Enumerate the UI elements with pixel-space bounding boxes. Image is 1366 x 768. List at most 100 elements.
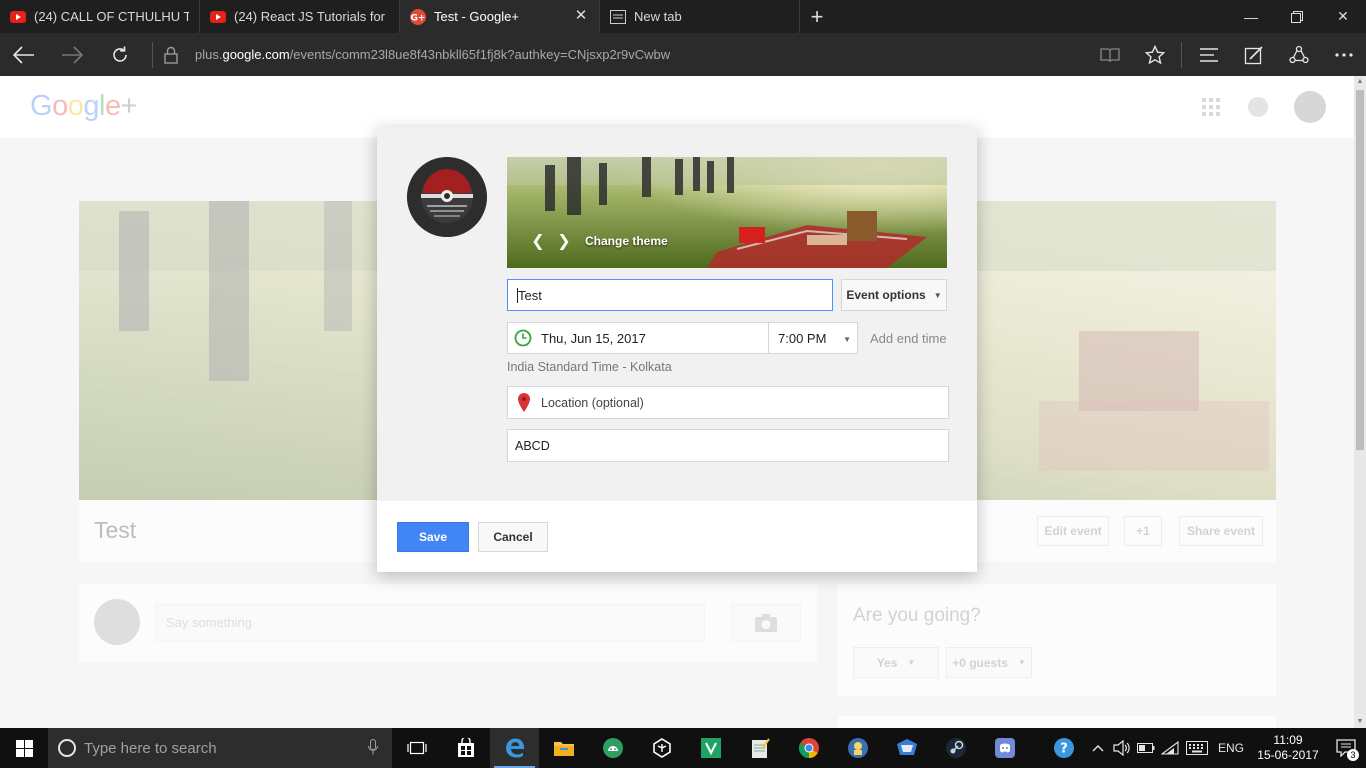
edit-event-dialog: ❮ ❯ Change theme Test Event options ▼ Thu… — [377, 127, 977, 572]
window-controls: — ✕ — [1228, 0, 1366, 33]
event-time-dropdown[interactable]: 7:00 PM ▼ — [768, 322, 858, 354]
event-options-dropdown[interactable]: Event options ▼ — [841, 279, 947, 311]
new-tab-plus-icon[interactable]: + — [800, 0, 834, 33]
reading-view-icon[interactable] — [1087, 33, 1132, 76]
clock-time: 11:09 — [1273, 733, 1303, 747]
description-input[interactable]: ABCD — [507, 429, 949, 462]
forward-icon[interactable] — [48, 33, 96, 76]
theme-prev-icon[interactable]: ❮ — [525, 228, 551, 254]
location-placeholder: Location (optional) — [541, 395, 644, 410]
notification-count-badge: 3 — [1347, 749, 1359, 761]
tab-google-plus[interactable]: G+ Test - Google+ ✕ — [400, 0, 600, 33]
unity-icon[interactable] — [637, 728, 686, 768]
event-title-value: Test — [518, 287, 542, 303]
cancel-button[interactable]: Cancel — [478, 522, 548, 552]
scroll-up-icon[interactable]: ▲ — [1354, 76, 1366, 88]
tools-separator — [1181, 41, 1182, 68]
taskbar-clock[interactable]: 11:09 15-06-2017 — [1250, 733, 1326, 763]
google-plus-icon: G+ — [410, 8, 426, 25]
url-domain: google.com — [222, 47, 290, 62]
timezone-label[interactable]: India Standard Time - Kolkata — [507, 360, 672, 374]
tab-react-tutorials[interactable]: (24) React JS Tutorials for Be — [200, 0, 400, 33]
event-theme-image: ❮ ❯ Change theme — [507, 157, 947, 268]
keyboard-icon[interactable] — [1182, 728, 1212, 768]
event-date-value: Thu, Jun 15, 2017 — [541, 330, 646, 346]
theme-next-icon[interactable]: ❯ — [551, 228, 577, 254]
file-explorer-icon[interactable] — [539, 728, 588, 768]
location-pin-icon — [518, 392, 530, 412]
theme-navigation: ❮ ❯ Change theme — [525, 228, 668, 254]
chevron-down-icon: ▼ — [933, 290, 942, 300]
restore-icon[interactable] — [1274, 0, 1320, 33]
chevron-down-icon: ▼ — [843, 335, 851, 344]
volume-icon[interactable] — [1110, 728, 1134, 768]
chrome-icon[interactable] — [784, 728, 833, 768]
url-field[interactable]: plus.google.com/events/comm23l8ue8f43nbk… — [195, 47, 1087, 62]
close-tab-icon[interactable]: ✕ — [573, 8, 589, 24]
svg-text:?: ? — [1060, 742, 1068, 757]
android-studio-icon[interactable] — [588, 728, 637, 768]
event-date-field[interactable]: Thu, Jun 15, 2017 — [507, 322, 769, 354]
tab-label: (24) React JS Tutorials for Be — [234, 9, 389, 24]
save-button[interactable]: Save — [397, 522, 469, 552]
task-view-icon[interactable] — [392, 728, 441, 768]
wifi-icon[interactable] — [1158, 728, 1182, 768]
notepad-icon[interactable] — [735, 728, 784, 768]
tab-new-tab[interactable]: New tab — [600, 0, 800, 33]
community-avatar — [407, 157, 487, 237]
address-separator — [152, 41, 153, 68]
battery-icon[interactable] — [1134, 728, 1158, 768]
chevron-up-icon[interactable] — [1086, 728, 1110, 768]
store-icon[interactable] — [441, 728, 490, 768]
discord-icon[interactable] — [980, 728, 1029, 768]
steam-icon[interactable] — [931, 728, 980, 768]
location-input[interactable]: Location (optional) — [507, 386, 949, 419]
change-theme-link[interactable]: Change theme — [585, 234, 668, 248]
taskbar-search-placeholder: Type here to search — [84, 739, 217, 757]
vector-app-icon[interactable] — [686, 728, 735, 768]
language-indicator[interactable]: ENG — [1212, 741, 1250, 755]
action-center-icon[interactable]: 3 — [1326, 728, 1366, 768]
back-icon[interactable] — [0, 33, 48, 76]
edge-browser-icon[interactable] — [490, 728, 539, 768]
windows-taskbar: Type here to search ? ENG 11:09 15-06-20… — [0, 728, 1366, 768]
refresh-icon[interactable] — [96, 33, 144, 76]
youtube-icon — [210, 9, 226, 25]
clock-date: 15-06-2017 — [1257, 748, 1319, 762]
help-icon[interactable]: ? — [1042, 728, 1086, 768]
page-scrollbar[interactable]: ▲ ▼ — [1354, 76, 1366, 728]
new-tab-icon — [610, 9, 626, 25]
event-title-input[interactable]: Test — [507, 279, 833, 311]
youtube-icon — [10, 9, 26, 25]
rocket-league-icon[interactable] — [882, 728, 931, 768]
taskbar-search-box[interactable]: Type here to search — [48, 728, 392, 768]
web-note-icon[interactable] — [1231, 33, 1276, 76]
add-end-time-link[interactable]: Add end time — [870, 331, 947, 346]
tab-bar: (24) CALL OF CTHULHU Trai (24) React JS … — [0, 0, 1366, 33]
address-bar: plus.google.com/events/comm23l8ue8f43nbk… — [0, 33, 1366, 76]
windows-start-icon[interactable] — [0, 728, 48, 768]
scroll-down-icon[interactable]: ▼ — [1354, 716, 1366, 728]
event-time-value: 7:00 PM — [778, 330, 827, 346]
tab-label: New tab — [634, 9, 682, 24]
browser-tools — [1087, 33, 1366, 76]
close-window-icon[interactable]: ✕ — [1320, 0, 1366, 33]
fallout-icon[interactable] — [833, 728, 882, 768]
dialog-actions: Save Cancel — [377, 501, 977, 572]
clock-icon — [514, 329, 532, 347]
url-path: /events/comm23l8ue8f43nbkll65f1fj8k?auth… — [289, 47, 671, 62]
system-tray: ? ENG 11:09 15-06-2017 3 — [1042, 728, 1366, 768]
description-value: ABCD — [515, 438, 550, 453]
more-icon[interactable] — [1321, 33, 1366, 76]
favorite-star-icon[interactable] — [1132, 33, 1177, 76]
scrollbar-thumb[interactable] — [1356, 90, 1364, 450]
share-icon[interactable] — [1276, 33, 1321, 76]
cortana-icon — [58, 739, 76, 757]
svg-text:G+: G+ — [411, 13, 426, 23]
minimize-icon[interactable]: — — [1228, 0, 1274, 33]
lock-icon[interactable] — [161, 45, 181, 65]
tab-call-of-cthulhu[interactable]: (24) CALL OF CTHULHU Trai — [0, 0, 200, 33]
hub-icon[interactable] — [1186, 33, 1231, 76]
event-options-label: Event options — [846, 288, 926, 302]
microphone-icon[interactable] — [368, 739, 378, 759]
